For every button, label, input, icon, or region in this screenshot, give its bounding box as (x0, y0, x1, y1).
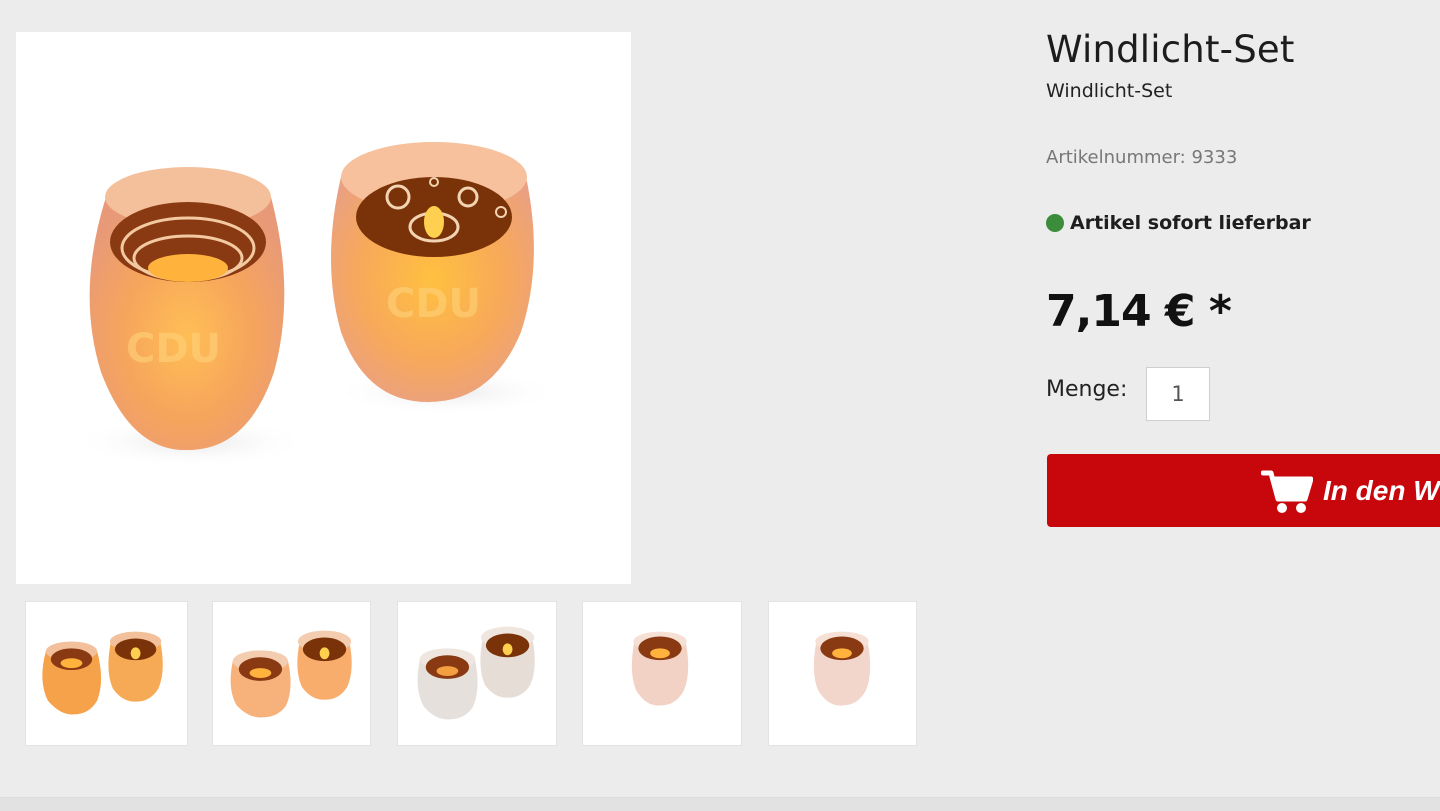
product-price: 7,14 € * (1046, 286, 1232, 337)
add-to-cart-label: In den W (1323, 474, 1440, 506)
svg-text:CDU: CDU (126, 326, 221, 372)
quantity-input[interactable] (1146, 367, 1210, 421)
main-product-image[interactable]: CDU CDU (16, 32, 631, 584)
thumbnail-4[interactable] (582, 601, 742, 746)
product-subtitle: Windlicht-Set (1046, 80, 1173, 102)
thumbnail-image (813, 631, 871, 706)
availability-status: Artikel sofort lieferbar (1046, 212, 1311, 234)
thumbnail-image (230, 630, 352, 718)
availability-label: Artikel sofort lieferbar (1070, 212, 1311, 234)
thumbnail-image (631, 631, 689, 706)
thumbnail-1[interactable] (25, 601, 188, 746)
windlicht-image: CDU CDU (71, 142, 561, 468)
thumbnail-3[interactable] (397, 601, 557, 746)
svg-text:CDU: CDU (386, 281, 481, 327)
product-title: Windlicht-Set (1046, 28, 1295, 71)
article-number: Artikelnummer: 9333 (1046, 147, 1238, 168)
add-to-cart-button[interactable]: In den W (1047, 454, 1440, 527)
quantity-label: Menge: (1046, 377, 1128, 402)
thumbnail-2[interactable] (212, 601, 371, 746)
thumbnail-5[interactable] (768, 601, 917, 746)
page-footer-edge (0, 797, 1440, 811)
shopping-cart-icon (1261, 470, 1313, 513)
thumbnail-image (417, 626, 535, 720)
thumbnail-image (42, 631, 163, 715)
availability-dot-icon (1046, 214, 1064, 232)
